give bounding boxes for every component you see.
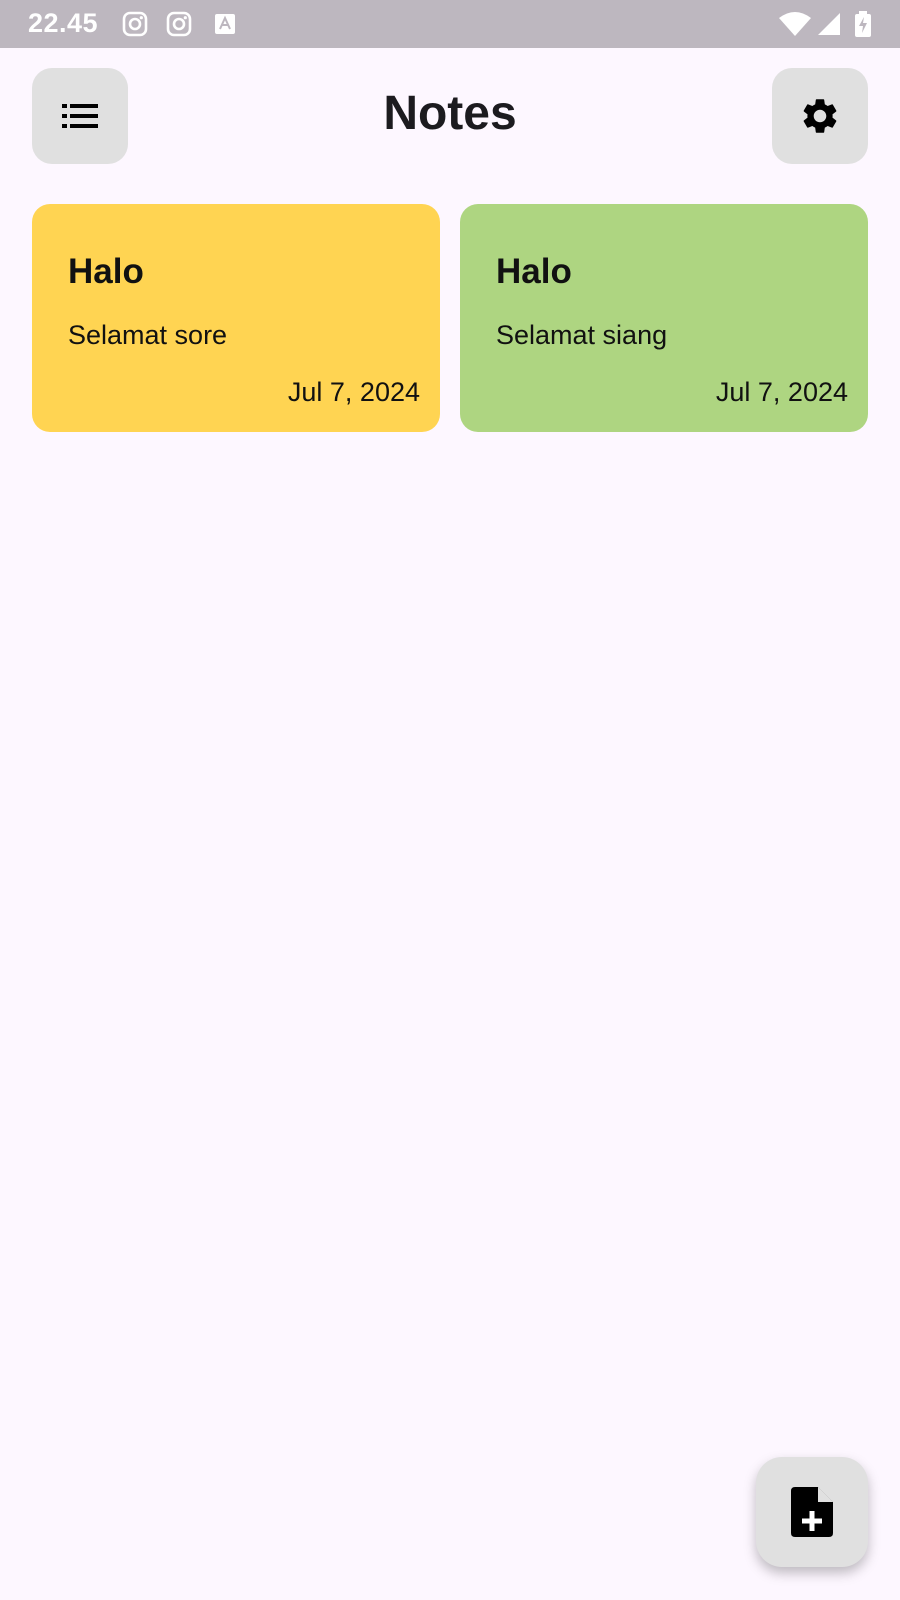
settings-button[interactable] (772, 68, 868, 164)
signal-icon (818, 13, 840, 35)
wifi-icon (779, 12, 811, 36)
note-card[interactable]: Halo Selamat siang Jul 7, 2024 (460, 204, 868, 432)
note-card[interactable]: Halo Selamat sore Jul 7, 2024 (32, 204, 440, 432)
note-title: Halo (496, 252, 572, 291)
translate-icon (215, 14, 235, 34)
page-title: Notes (383, 87, 517, 140)
gear-icon (803, 99, 837, 133)
note-date: Jul 7, 2024 (287, 377, 420, 407)
note-body: Selamat siang (496, 320, 668, 350)
add-note-button[interactable] (756, 1457, 868, 1567)
status-bar: 22.45 (0, 0, 900, 48)
battery-charging-icon (855, 11, 871, 37)
new-note-icon (791, 1487, 833, 1537)
instagram-icon (166, 11, 192, 37)
note-title: Halo (68, 252, 144, 291)
note-date: Jul 7, 2024 (715, 377, 848, 407)
instagram-icon (122, 11, 148, 37)
note-body: Selamat sore (68, 320, 228, 350)
status-time: 22.45 (28, 8, 99, 38)
